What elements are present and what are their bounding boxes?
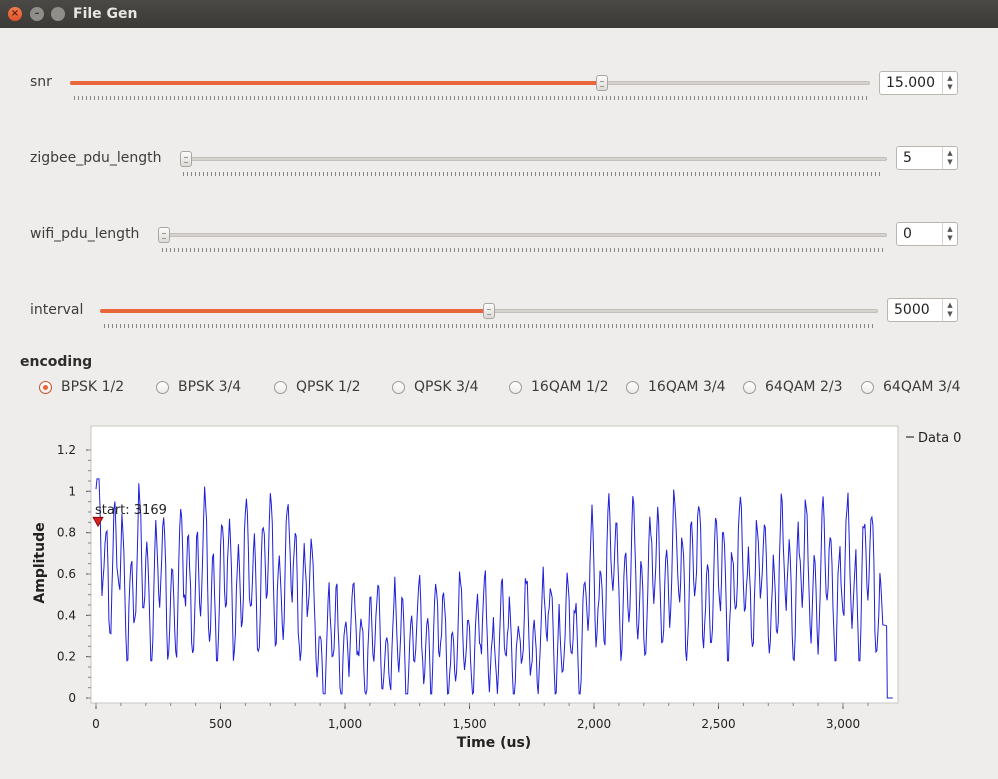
wifi-pdu-length-spinbox[interactable]: 0 ▲ ▼ bbox=[896, 222, 958, 246]
radio-label: 16QAM 1/2 bbox=[531, 379, 609, 395]
slider-fill bbox=[70, 81, 602, 85]
interval-value: 5000 bbox=[894, 302, 930, 318]
zigbee-pdu-length-slider[interactable] bbox=[180, 151, 887, 167]
spin-arrows[interactable]: ▲ ▼ bbox=[942, 223, 957, 245]
radio-bpsk-1-2[interactable]: BPSK 1/2 bbox=[39, 379, 124, 395]
chevron-up-icon[interactable]: ▲ bbox=[947, 301, 952, 310]
wifi-pdu-length-value: 0 bbox=[903, 226, 912, 242]
radio-16qam-1-2[interactable]: 16QAM 1/2 bbox=[509, 379, 608, 395]
wifi-pdu-length-label: wifi_pdu_length bbox=[30, 226, 140, 242]
interval-label: interval bbox=[30, 302, 84, 318]
radio-icon[interactable] bbox=[626, 380, 639, 394]
chevron-up-icon[interactable]: ▲ bbox=[947, 149, 952, 158]
chevron-down-icon[interactable]: ▼ bbox=[947, 158, 952, 167]
y-tick-label: 0.8 bbox=[57, 526, 76, 540]
snr-value: 15.000 bbox=[886, 75, 935, 91]
interval-spinbox[interactable]: 5000 ▲ ▼ bbox=[887, 298, 958, 322]
radio-qpsk-1-2[interactable]: QPSK 1/2 bbox=[274, 379, 361, 395]
snr-label: snr bbox=[30, 74, 52, 90]
x-tick-label: 3,000 bbox=[826, 717, 860, 731]
radio-icon[interactable] bbox=[743, 380, 756, 394]
x-tick-label: 2,000 bbox=[577, 717, 611, 731]
y-axis-title: Amplitude bbox=[32, 522, 48, 603]
slider-handle[interactable] bbox=[483, 303, 495, 319]
radio-icon[interactable] bbox=[861, 380, 874, 394]
spin-arrows[interactable]: ▲ ▼ bbox=[942, 299, 957, 321]
radio-label: 16QAM 3/4 bbox=[648, 379, 726, 395]
chevron-up-icon[interactable]: ▲ bbox=[947, 225, 952, 234]
radio-label: 64QAM 3/4 bbox=[883, 379, 961, 395]
radio-qpsk-3-4[interactable]: QPSK 3/4 bbox=[392, 379, 479, 395]
radio-label: QPSK 1/2 bbox=[296, 379, 361, 395]
zigbee-pdu-length-spinbox[interactable]: 5 ▲ ▼ bbox=[896, 146, 958, 170]
x-tick-label: 500 bbox=[209, 717, 232, 731]
radio-64qam-3-4[interactable]: 64QAM 3/4 bbox=[861, 379, 960, 395]
radio-icon[interactable] bbox=[509, 380, 522, 394]
radio-label: QPSK 3/4 bbox=[414, 379, 479, 395]
radio-icon[interactable] bbox=[156, 380, 169, 394]
snr-slider-ticks bbox=[74, 96, 870, 100]
slider-track bbox=[180, 157, 887, 161]
spin-arrows[interactable]: ▲ ▼ bbox=[942, 72, 957, 94]
radio-label: 64QAM 2/3 bbox=[765, 379, 843, 395]
interval-slider-ticks bbox=[104, 324, 874, 328]
legend-label: Data 0 bbox=[918, 431, 961, 446]
x-tick-label: 1,500 bbox=[452, 717, 486, 731]
y-tick-label: 0.2 bbox=[57, 650, 76, 664]
slider-track bbox=[158, 233, 887, 237]
chevron-down-icon[interactable]: ▼ bbox=[947, 234, 952, 243]
zigbee-pdu-length-value: 5 bbox=[903, 150, 912, 166]
wifi-slider-ticks bbox=[162, 248, 883, 252]
y-tick-label: 1 bbox=[68, 484, 76, 498]
start-annotation-label: start: 3169 bbox=[95, 503, 167, 518]
x-tick-label: 0 bbox=[92, 717, 100, 731]
x-tick-label: 1,000 bbox=[328, 717, 362, 731]
x-tick-label: 2,500 bbox=[701, 717, 735, 731]
minimize-window-button[interactable]: – bbox=[30, 7, 44, 21]
x-axis-title: Time (us) bbox=[457, 735, 531, 751]
snr-spinbox[interactable]: 15.000 ▲ ▼ bbox=[879, 71, 958, 95]
radio-icon[interactable] bbox=[274, 380, 287, 394]
chevron-down-icon[interactable]: ▼ bbox=[947, 83, 952, 92]
y-tick-label: 0 bbox=[68, 691, 76, 705]
radio-icon[interactable] bbox=[392, 380, 405, 394]
slider-fill bbox=[100, 309, 489, 313]
radio-selected-icon[interactable] bbox=[39, 380, 52, 394]
y-tick-label: 0.6 bbox=[57, 567, 76, 581]
zigbee-pdu-length-label: zigbee_pdu_length bbox=[30, 150, 162, 166]
close-window-button[interactable]: × bbox=[8, 7, 22, 21]
chevron-down-icon[interactable]: ▼ bbox=[947, 310, 952, 319]
amplitude-time-chart[interactable]: 0 0.2 0.4 0.6 0.8 1 1.2 0 500 1,000 1,500 2,000 2,50… bbox=[0, 420, 998, 779]
radio-64qam-2-3[interactable]: 64QAM 2/3 bbox=[743, 379, 842, 395]
snr-slider[interactable] bbox=[70, 75, 870, 91]
y-tick-label: 1.2 bbox=[57, 443, 76, 457]
maximize-window-button[interactable] bbox=[51, 7, 65, 21]
encoding-title: encoding bbox=[20, 354, 93, 370]
radio-16qam-3-4[interactable]: 16QAM 3/4 bbox=[626, 379, 725, 395]
chevron-up-icon[interactable]: ▲ bbox=[947, 74, 952, 83]
title-bar: × – File Gen bbox=[0, 0, 998, 28]
zigbee-slider-ticks bbox=[183, 172, 883, 176]
window-title: File Gen bbox=[73, 6, 138, 22]
slider-handle[interactable] bbox=[596, 75, 608, 91]
radio-label: BPSK 3/4 bbox=[178, 379, 242, 395]
spin-arrows[interactable]: ▲ ▼ bbox=[942, 147, 957, 169]
radio-bpsk-3-4[interactable]: BPSK 3/4 bbox=[156, 379, 241, 395]
wifi-pdu-length-slider[interactable] bbox=[158, 227, 887, 243]
radio-label: BPSK 1/2 bbox=[61, 379, 125, 395]
interval-slider[interactable] bbox=[100, 303, 878, 319]
y-tick-label: 0.4 bbox=[57, 608, 76, 622]
slider-handle[interactable] bbox=[180, 151, 192, 167]
slider-handle[interactable] bbox=[158, 227, 170, 243]
